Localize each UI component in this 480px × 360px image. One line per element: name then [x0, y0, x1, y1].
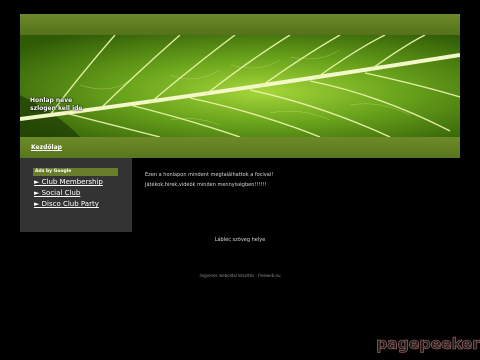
leaf-image	[20, 35, 460, 137]
site-title: Honlap neve	[30, 97, 73, 104]
site-name: Honlap neve szlogen kell ide	[30, 97, 83, 113]
nav-bar: Kezdőlap	[20, 137, 460, 158]
nav-home-link[interactable]: Kezdőlap	[31, 144, 62, 151]
content-text-line: Játékok,hirek,videók minden mennyiségben…	[145, 182, 267, 188]
pagepeeker-watermark: pagepeeker	[376, 334, 480, 354]
ad-link-club-membership[interactable]: ► Club Membership	[34, 178, 103, 187]
ad-link-social-club[interactable]: ► Social Club	[34, 189, 80, 198]
content-text-line: Ezen a honlapon mindent megtalálhattok a…	[145, 172, 274, 178]
ads-by-google-label[interactable]: Ads by Google	[33, 168, 118, 176]
header-banner: Honlap neve szlogen kell ide	[20, 35, 460, 137]
ad-link-disco-club-party[interactable]: ► Disco Club Party	[34, 200, 99, 209]
top-bar	[20, 14, 460, 35]
sidebar: Ads by Google ► Club Membership ► Social…	[20, 158, 132, 232]
site-slogan: szlogen kell ide	[30, 105, 83, 112]
footer-credit-link[interactable]: Ingyenes weboldal készítés - freeweb.eu	[0, 273, 480, 278]
main-content: Ezen a honlapon mindent megtalálhattok a…	[145, 170, 445, 190]
footer-text: Lábléc szöveg helye	[214, 237, 266, 243]
